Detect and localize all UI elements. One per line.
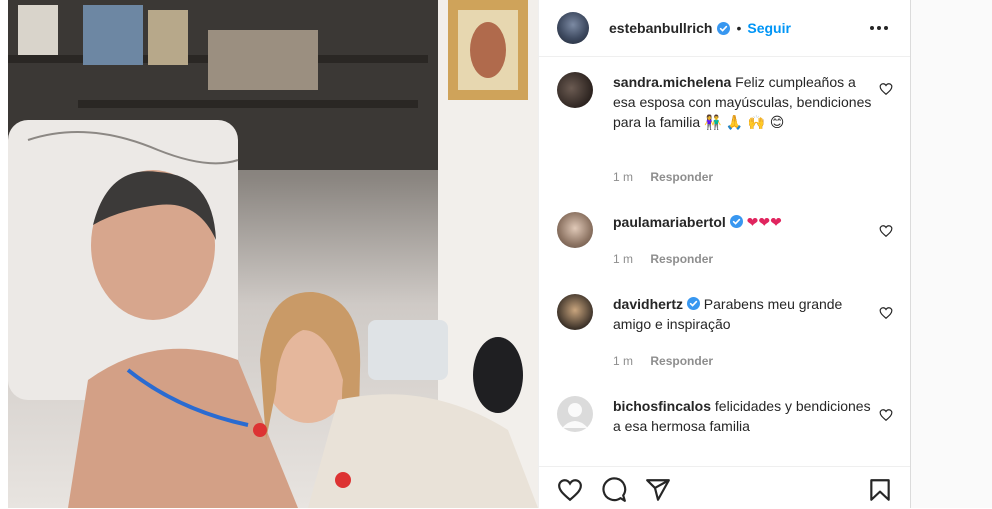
author-avatar[interactable]: [557, 12, 589, 44]
more-options-icon[interactable]: [867, 18, 891, 38]
post-photo[interactable]: [8, 0, 538, 508]
verified-badge-icon: [717, 21, 731, 35]
follow-button[interactable]: Seguir: [747, 20, 791, 36]
comment-emojis: 👫 🙏 🙌 😊: [704, 115, 785, 131]
share-icon[interactable]: [645, 477, 671, 503]
comment-username[interactable]: bichosfincalos: [613, 398, 711, 414]
bookmark-icon[interactable]: [867, 477, 893, 503]
comment-emojis: ❤❤❤: [746, 215, 782, 231]
commenter-avatar[interactable]: [557, 396, 593, 432]
comment-meta: 1 m Responder: [613, 354, 713, 368]
comment-body: bichosfincalos felicidades y bendiciones…: [613, 396, 875, 436]
page-background-right: [910, 0, 992, 508]
comment-item: paulamariabertol ❤❤❤ 1 m Responder: [557, 212, 897, 272]
post-header: estebanbullrich • Seguir: [539, 0, 911, 57]
comment-username[interactable]: davidhertz: [613, 296, 683, 312]
comment-meta: 1 m Responder: [613, 252, 713, 266]
heart-icon[interactable]: [879, 82, 893, 96]
separator-dot: •: [736, 20, 742, 36]
author-username[interactable]: estebanbullrich: [609, 20, 712, 36]
like-heart-icon[interactable]: [557, 477, 583, 503]
comment-item: sandra.michelena Feliz cumpleaños a esa …: [557, 72, 897, 190]
heart-icon[interactable]: [879, 306, 893, 320]
comment-time: 1 m: [613, 170, 634, 184]
post-side-panel: estebanbullrich • Seguir sandra.michelen…: [538, 0, 911, 508]
commenter-avatar[interactable]: [557, 72, 593, 108]
post-photo-illustration: [8, 0, 538, 508]
reply-button[interactable]: Responder: [650, 170, 713, 184]
comment-time: 1 m: [613, 354, 634, 368]
verified-badge-icon: [686, 297, 700, 310]
comment-body: sandra.michelena Feliz cumpleaños a esa …: [613, 72, 875, 133]
comment-icon[interactable]: [601, 477, 627, 503]
comment-username[interactable]: paulamariabertol: [613, 214, 726, 230]
comment-time: 1 m: [613, 252, 634, 266]
commenter-avatar[interactable]: [557, 212, 593, 248]
comment-body: davidhertz Parabens meu grande amigo e i…: [613, 294, 875, 334]
verified-badge-icon: [729, 215, 743, 228]
reply-button[interactable]: Responder: [650, 252, 713, 266]
comment-item: davidhertz Parabens meu grande amigo e i…: [557, 294, 897, 374]
commenter-avatar[interactable]: [557, 294, 593, 330]
post-action-bar: [539, 466, 911, 509]
comment-body: paulamariabertol ❤❤❤: [613, 212, 875, 233]
heart-icon[interactable]: [879, 224, 893, 238]
heart-icon[interactable]: [879, 408, 893, 422]
reply-button[interactable]: Responder: [650, 354, 713, 368]
comment-meta: 1 m Responder: [613, 170, 713, 184]
comment-username[interactable]: sandra.michelena: [613, 74, 731, 90]
comment-item: bichosfincalos felicidades y bendiciones…: [557, 396, 897, 446]
